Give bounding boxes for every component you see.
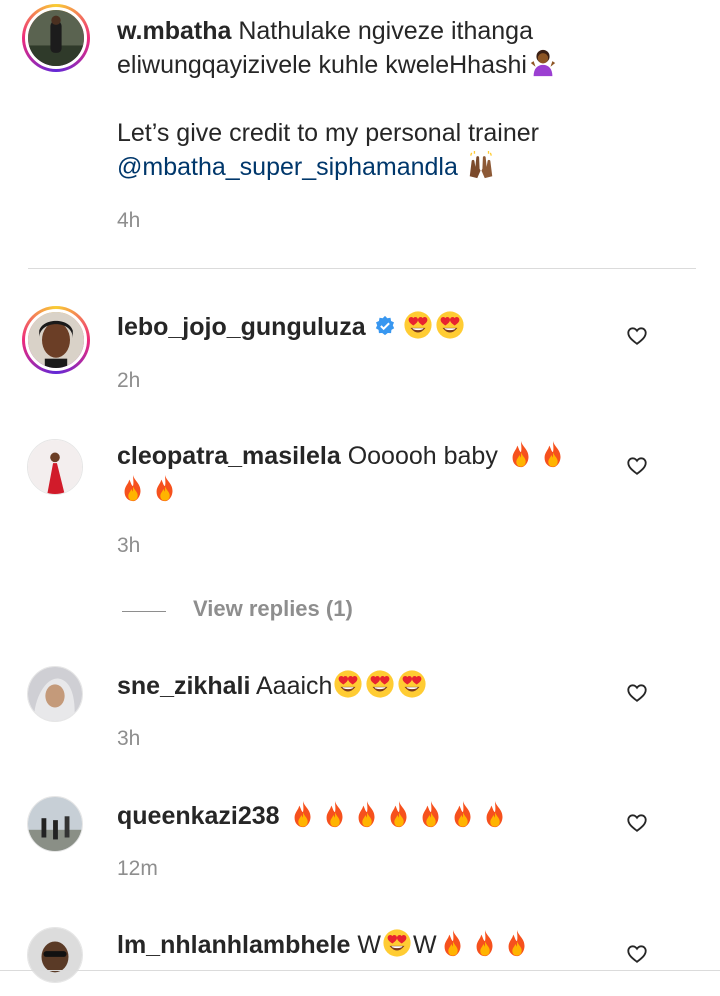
avatar[interactable] xyxy=(27,666,83,722)
profile-photo xyxy=(28,667,82,721)
fire-icon xyxy=(506,439,536,469)
woman-shrugging-icon xyxy=(528,48,558,78)
comment-time: 12m xyxy=(117,857,158,880)
username[interactable]: lebo_jojo_gunguluza xyxy=(117,313,366,341)
avatar[interactable] xyxy=(22,4,90,72)
username[interactable]: cleopatra_masilela xyxy=(117,442,341,470)
comment-body: W xyxy=(412,931,437,959)
comment-time: 3h xyxy=(117,727,141,750)
profile-photo xyxy=(28,10,84,66)
caption-line-1: Nathulake ngiveze ithanga xyxy=(238,17,533,45)
username[interactable]: queenkazi238 xyxy=(117,802,280,830)
fire-icon xyxy=(538,439,568,469)
comment-body: Oooooh baby xyxy=(347,442,498,470)
comment-time: 2h xyxy=(117,369,141,392)
view-replies-label[interactable]: View replies (1) xyxy=(193,596,353,622)
comment-text: sne_zikhali Aaaich xyxy=(117,669,428,703)
heart-eyes-icon xyxy=(435,310,465,340)
caption-line-3: Let’s give credit to my personal trainer xyxy=(117,119,539,147)
fire-icon xyxy=(288,799,318,829)
comment-body: Aaaich xyxy=(255,672,333,700)
heart-eyes-icon xyxy=(382,928,412,958)
fire-icon xyxy=(320,799,350,829)
fire-icon xyxy=(502,928,532,958)
comment-text: cleopatra_masilela Oooooh baby xyxy=(117,439,587,507)
fire-icon xyxy=(448,799,478,829)
like-heart-icon[interactable] xyxy=(626,325,648,347)
username[interactable]: w.mbatha xyxy=(117,17,231,45)
heart-eyes-icon xyxy=(333,669,363,699)
profile-photo xyxy=(28,440,82,494)
comment-text: queenkazi238 xyxy=(117,799,511,833)
comment-text: lebo_jojo_gunguluza xyxy=(117,310,466,344)
like-heart-icon[interactable] xyxy=(626,812,648,834)
profile-photo xyxy=(28,797,82,851)
caption-line-2: eliwungqayizivele kuhle kweleHhashi xyxy=(117,51,527,79)
avatar[interactable] xyxy=(22,306,90,374)
profile-photo xyxy=(28,928,82,982)
profile-photo xyxy=(28,312,84,368)
fire-icon xyxy=(480,799,510,829)
bottom-divider xyxy=(0,970,720,971)
like-heart-icon[interactable] xyxy=(626,943,648,965)
username[interactable]: sne_zikhali xyxy=(117,672,250,700)
caption-text: w.mbatha Nathulake ngiveze ithanga eliwu… xyxy=(117,14,707,184)
fire-icon xyxy=(438,928,468,958)
like-heart-icon[interactable] xyxy=(626,682,648,704)
like-heart-icon[interactable] xyxy=(626,455,648,477)
avatar[interactable] xyxy=(27,796,83,852)
fire-icon xyxy=(384,799,414,829)
caption-time: 4h xyxy=(117,209,141,232)
fire-icon xyxy=(150,473,180,503)
replies-line xyxy=(122,611,166,612)
fire-icon xyxy=(352,799,382,829)
comment-text: lm_nhlanhlambhele W W xyxy=(117,928,533,962)
fire-icon xyxy=(470,928,500,958)
heart-eyes-icon xyxy=(403,310,433,340)
avatar[interactable] xyxy=(27,927,83,983)
fire-icon xyxy=(416,799,446,829)
mention-link[interactable]: @mbatha_super_siphamandla xyxy=(117,153,458,181)
comment-body: W xyxy=(357,931,381,959)
heart-eyes-icon xyxy=(365,669,395,699)
divider xyxy=(28,268,696,269)
comment-time: 3h xyxy=(117,534,141,557)
fire-icon xyxy=(118,473,148,503)
avatar[interactable] xyxy=(27,439,83,495)
username[interactable]: lm_nhlanhlambhele xyxy=(117,931,350,959)
raising-hands-icon xyxy=(466,150,496,180)
heart-eyes-icon xyxy=(397,669,427,699)
verified-badge-icon xyxy=(375,315,394,336)
